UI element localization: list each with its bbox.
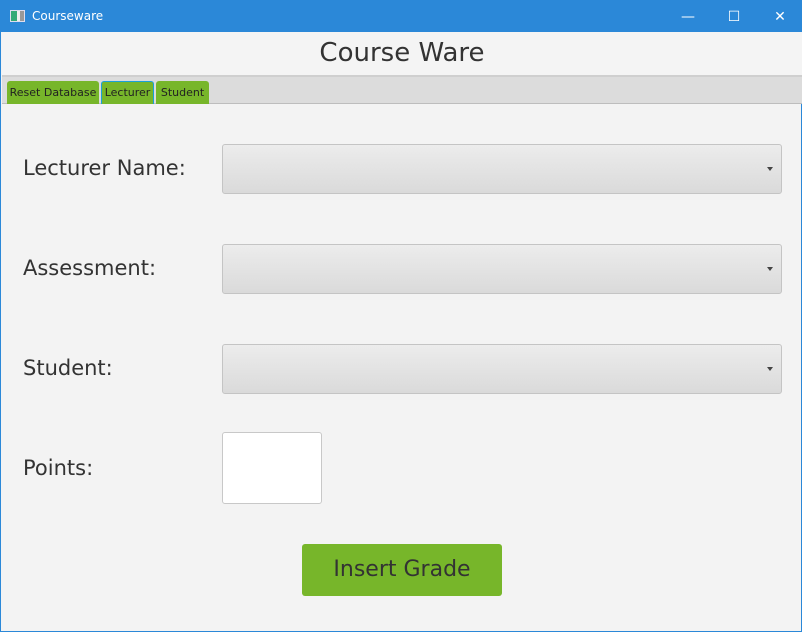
- title-bar: Courseware — ☐ ✕: [1, 1, 802, 32]
- chevron-down-icon: [767, 167, 773, 171]
- student-combo[interactable]: [222, 344, 782, 394]
- page-title: Course Ware: [2, 32, 802, 75]
- assessment-label: Assessment:: [23, 256, 157, 280]
- chevron-down-icon: [767, 267, 773, 271]
- minimize-button[interactable]: —: [665, 1, 711, 32]
- assessment-combo[interactable]: [222, 244, 782, 294]
- close-button[interactable]: ✕: [757, 1, 802, 32]
- tab-lecturer[interactable]: Lecturer: [101, 81, 154, 104]
- tab-bar: Reset Database Lecturer Student: [2, 75, 802, 104]
- chevron-down-icon: [767, 367, 773, 371]
- lecturer-name-label: Lecturer Name:: [23, 156, 186, 180]
- app-window: Courseware — ☐ ✕ Course Ware Reset Datab…: [0, 0, 802, 632]
- lecturer-name-combo[interactable]: [222, 144, 782, 194]
- student-label: Student:: [23, 356, 113, 380]
- maximize-button[interactable]: ☐: [711, 1, 757, 32]
- insert-grade-button[interactable]: Insert Grade: [302, 544, 502, 596]
- tab-student[interactable]: Student: [156, 81, 209, 104]
- points-input[interactable]: [222, 432, 322, 504]
- app-icon: [10, 10, 25, 22]
- points-label: Points:: [23, 456, 94, 480]
- tab-reset-database[interactable]: Reset Database: [7, 81, 99, 104]
- window-title: Courseware: [32, 9, 104, 23]
